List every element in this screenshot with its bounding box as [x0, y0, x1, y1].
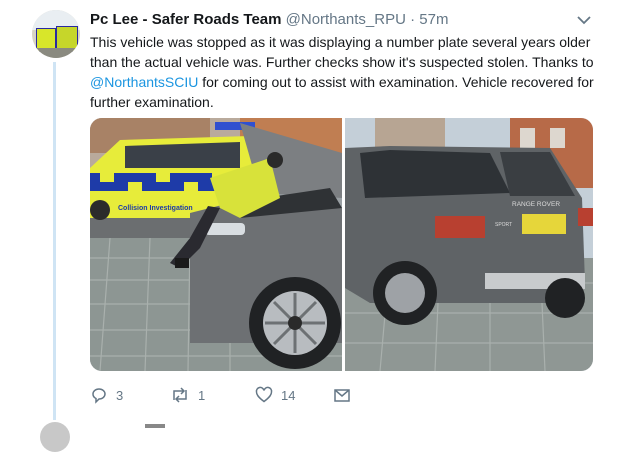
chevron-down-icon[interactable] — [576, 12, 592, 28]
author-handle[interactable]: @Northants_RPU — [286, 11, 406, 28]
vehicle-livery-text: Collision Investigation — [118, 205, 193, 212]
photo-police-car[interactable]: Collision Investigation — [90, 118, 342, 371]
tweet-text-part1: This vehicle was stopped as it was displ… — [90, 34, 594, 70]
tweet-text: This vehicle was stopped as it was displ… — [90, 32, 595, 112]
range-rover-badge: RANGE ROVER — [512, 201, 560, 208]
next-tweet-avatar[interactable] — [40, 422, 70, 452]
retweet-icon — [173, 387, 187, 403]
heart-icon — [255, 386, 273, 403]
like-count: 14 — [281, 387, 296, 403]
range-rover-model: SPORT — [495, 222, 512, 228]
author-name[interactable]: Pc Lee - Safer Roads Team — [90, 11, 281, 28]
author-avatar[interactable] — [32, 10, 80, 58]
media-grid: Collision Investigation RANGE ROVER SPOR… — [90, 118, 593, 371]
mention-link[interactable]: @NorthantsSCIU — [90, 74, 198, 90]
separator-dot: · — [410, 11, 416, 28]
next-tweet-fragment — [145, 424, 165, 428]
thread-connector-line — [53, 62, 56, 420]
retweet-button[interactable]: 1 — [170, 384, 205, 406]
tweet-actions: 3 1 14 — [90, 384, 490, 406]
photo-range-rover[interactable]: RANGE ROVER SPORT — [345, 118, 593, 371]
direct-message-button[interactable] — [333, 384, 359, 406]
retweet-count: 1 — [198, 387, 206, 403]
tweet-header: Pc Lee - Safer Roads Team @Northants_RPU… — [90, 10, 600, 30]
reply-count: 3 — [116, 387, 124, 403]
timestamp[interactable]: 57m — [419, 11, 448, 28]
like-button[interactable]: 14 — [255, 384, 295, 406]
envelope-icon — [334, 389, 350, 402]
media-photos: Collision Investigation RANGE ROVER SPOR… — [90, 118, 593, 371]
reply-icon — [92, 388, 106, 404]
reply-button[interactable]: 3 — [90, 384, 123, 406]
